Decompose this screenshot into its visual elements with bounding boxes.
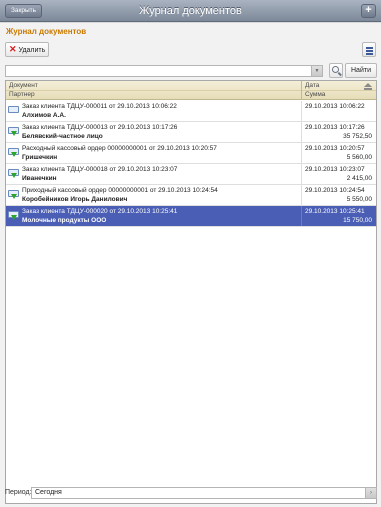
document-posted-icon [8,169,20,178]
document-posted-icon [8,190,20,199]
sort-ascending-icon[interactable] [364,83,372,90]
menu-icon [366,47,373,49]
delete-button[interactable]: ✕ Удалить [5,42,49,57]
row-document: Заказ клиента ТДЦУ-000020 от 29.10.2013 … [22,208,178,215]
chevron-right-icon[interactable]: › [365,488,376,498]
row-document: Приходный кассовый ордер 00000000001 от … [22,187,218,194]
delete-label: Удалить [18,47,46,54]
row-partner: Белявский-частное лицо [22,133,103,140]
table-body: Заказ клиента ТДЦУ-000011 от 29.10.2013 … [6,101,376,227]
form-title: Журнал документов [6,27,87,36]
row-sum: 5 550,00 [346,196,372,203]
row-date: 29.10.2013 10:17:26 [305,124,365,131]
find-button[interactable]: Найти [345,63,377,78]
period-value: Сегодня [35,489,62,496]
document-posted-icon [8,211,20,220]
search-dropdown-arrow-icon[interactable]: ▼ [311,66,322,76]
table-row-selected[interactable]: Заказ клиента ТДЦУ-000020 от 29.10.2013 … [6,206,376,227]
row-date: 29.10.2013 10:25:41 [305,208,365,215]
add-button[interactable]: + [361,4,376,18]
table-row[interactable]: Заказ клиента ТДЦУ-000013 от 29.10.2013 … [6,122,376,143]
document-journal-form: Журнал документов ✕ Удалить ▼ Найти Докум… [0,23,381,507]
window-title: Журнал документов [139,5,242,17]
table-header: Документ Партнер Дата Сумма [6,81,376,100]
row-date: 29.10.2013 10:24:54 [305,187,365,194]
row-document: Заказ клиента ТДЦУ-000011 от 29.10.2013 … [22,103,177,110]
row-sum: 5 560,00 [346,154,372,161]
column-header-sum[interactable]: Сумма [305,91,325,98]
more-menu-button[interactable] [362,42,376,57]
document-icon [8,106,20,115]
row-date: 29.10.2013 10:20:57 [305,145,365,152]
row-partner: Гришечкин [22,154,58,161]
row-sum: 35 752,50 [343,133,372,140]
row-document: Расходный кассовый ордер 00000000001 от … [22,145,217,152]
delete-icon: ✕ [9,44,17,54]
row-partner: Молочные продукты ООО [22,217,107,224]
table-row[interactable]: Заказ клиента ТДЦУ-000018 от 29.10.2013 … [6,164,376,185]
row-sum: 2 415,00 [346,175,372,182]
column-header-date[interactable]: Дата [305,82,319,89]
document-posted-icon [8,148,20,157]
table-row[interactable]: Приходный кассовый ордер 00000000001 от … [6,185,376,206]
search-button[interactable] [329,63,343,78]
top-navigation-bar: Закрыть Журнал документов + [0,0,381,22]
row-document: Заказ клиента ТДЦУ-000018 от 29.10.2013 … [22,166,178,173]
row-partner: Алхимов А.А. [22,112,66,119]
table-row[interactable]: Расходный кассовый ордер 00000000001 от … [6,143,376,164]
search-input[interactable]: ▼ [5,65,323,77]
row-sum: 15 750,00 [343,217,372,224]
row-document: Заказ клиента ТДЦУ-000013 от 29.10.2013 … [22,124,178,131]
column-header-document[interactable]: Документ [9,82,38,89]
column-header-partner[interactable]: Партнер [9,91,35,98]
row-partner: Коробейников Игорь Данилович [22,196,128,203]
close-button[interactable]: Закрыть [5,4,43,18]
documents-table: Документ Партнер Дата Сумма Заказ клиент… [5,80,377,504]
row-date: 29.10.2013 10:23:07 [305,166,365,173]
table-row[interactable]: Заказ клиента ТДЦУ-000011 от 29.10.2013 … [6,101,376,122]
row-date: 29.10.2013 10:06:22 [305,103,365,110]
document-posted-icon [8,127,20,136]
period-label: Период: [5,489,32,496]
period-field[interactable]: Сегодня › [31,487,377,499]
row-partner: Иванечкин [22,175,57,182]
